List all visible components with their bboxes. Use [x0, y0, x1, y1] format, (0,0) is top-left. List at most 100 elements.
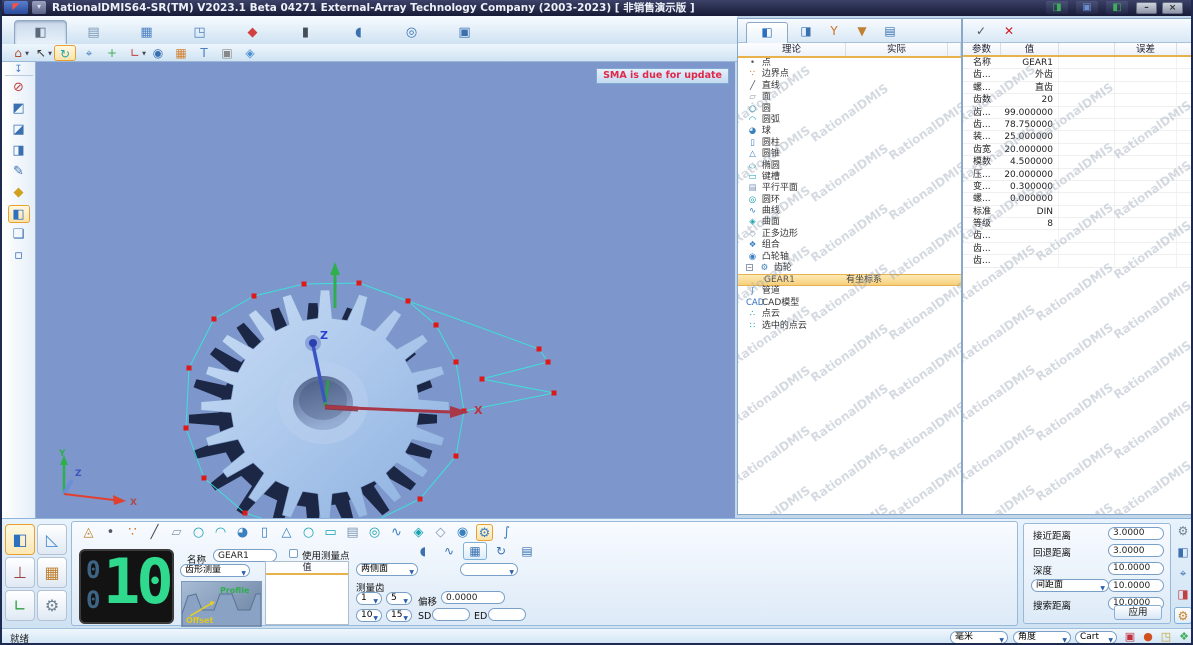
controller-green-icon[interactable]: ◧ — [1106, 1, 1128, 14]
feature-button[interactable]: • — [102, 524, 119, 541]
view-tool-button[interactable]: ▦ — [171, 45, 191, 61]
param-row[interactable]: 齿... 78.750000 — [963, 118, 1191, 132]
selection-tool-button[interactable]: ◨ — [8, 142, 30, 160]
param-row[interactable]: 标准 DIN — [963, 205, 1191, 219]
param-panel-tab[interactable]: ✓ — [971, 22, 991, 40]
tree-item[interactable]: ▭ 键槽 — [738, 172, 961, 183]
view-tool-button[interactable]: ◉ — [148, 45, 168, 61]
param-column-header[interactable]: 参数 — [963, 43, 1001, 55]
param-row[interactable]: 变... 0.300000 — [963, 180, 1191, 194]
mode-button[interactable]: ◧ — [5, 524, 35, 555]
tree-item[interactable]: ◉ 凸轮轴 — [738, 252, 961, 263]
tree-item[interactable]: ◎ 圆环 — [738, 195, 961, 206]
tree-item[interactable]: ∵ 边界点 — [738, 69, 961, 80]
view-tool-button[interactable]: ⌂ ▼ — [8, 45, 29, 61]
param-row[interactable]: 装... 25.000000 — [963, 131, 1191, 144]
measure-type-select[interactable]: 齿形测量 — [180, 564, 250, 577]
tree-item[interactable]: ▤ 平行平面 — [738, 183, 961, 194]
pin-icon[interactable]: ↧ — [4, 64, 33, 76]
3d-viewport[interactable]: Z X SMA is due for update Y Z X — [36, 62, 735, 518]
view-tool-button[interactable]: ↻ — [54, 44, 76, 61]
tree-item[interactable]: ◠ 圆弧 — [738, 115, 961, 126]
tree-item[interactable]: ◕ 球 — [738, 126, 961, 137]
selection-tool-button[interactable]: ◧ — [7, 205, 30, 223]
path-param-input[interactable] — [1108, 526, 1164, 540]
tree-item[interactable]: ∴ 点云 — [738, 309, 961, 320]
tree-panel-tab[interactable]: ◨ — [796, 22, 816, 40]
close-button[interactable]: × — [1162, 2, 1183, 14]
controller-icon[interactable]: ◨ — [1046, 1, 1068, 14]
feature-button[interactable]: ◈ — [410, 524, 427, 541]
selection-tool-button[interactable]: ◪ — [8, 121, 30, 139]
tree-panel-tab[interactable]: ▼ — [852, 22, 872, 40]
spacing-face-select[interactable]: 间距面 — [1031, 579, 1109, 592]
view-tool-button[interactable]: ⌖ — [79, 45, 99, 61]
value-column-header[interactable]: 值 — [1001, 43, 1059, 55]
feature-button[interactable]: ◬ — [80, 524, 97, 541]
measure-method-tab[interactable]: ▤ — [515, 542, 539, 560]
tree-item[interactable]: ∫ 管道 — [738, 286, 961, 297]
tree-item[interactable]: ◇ 正多边形 — [738, 229, 961, 240]
expander-icon[interactable]: − — [746, 264, 753, 272]
ribbon-tab[interactable]: ◳ — [173, 20, 226, 44]
tree-item[interactable]: ○ 圆 — [738, 104, 961, 115]
coord-system-select[interactable]: Cart — [1075, 631, 1117, 643]
feature-button[interactable]: ∵ — [124, 524, 141, 541]
ed-input[interactable] — [488, 608, 526, 621]
tree-item[interactable]: ∿ 曲线 — [738, 206, 961, 217]
offset-input[interactable] — [441, 591, 505, 604]
value-table[interactable]: 值 — [265, 561, 349, 625]
mode-button[interactable]: ▦ — [37, 557, 67, 588]
error-column-header[interactable]: 误差 — [1115, 43, 1177, 55]
tree-item[interactable]: • 点 — [738, 58, 961, 69]
param-row[interactable]: 压... 20.000000 — [963, 168, 1191, 181]
tree-item[interactable]: ▯ 圆柱 — [738, 138, 961, 149]
param-row[interactable]: 齿数 20 — [963, 94, 1191, 107]
sd-input[interactable] — [432, 608, 470, 621]
tree-panel-tab[interactable]: ◧ — [746, 21, 788, 43]
selection-tool-button[interactable]: ◩ — [8, 100, 30, 118]
dock-side-button[interactable]: ⚙ — [1174, 607, 1191, 624]
tree-item[interactable]: CAD CAD模型 — [738, 298, 961, 309]
feature-button[interactable]: ▯ — [256, 524, 273, 541]
ball-icon[interactable]: ● — [1140, 630, 1156, 643]
ribbon-tab[interactable]: ▣ — [438, 20, 491, 44]
tree-item[interactable]: △ 圆锥 — [738, 149, 961, 160]
selection-tool-button[interactable]: ❏ — [8, 226, 30, 244]
side-mode-select[interactable]: 两侧面 — [356, 563, 418, 576]
angle-units-select[interactable]: 角度 — [1013, 631, 1071, 643]
dock-side-button[interactable]: ⚙ — [1174, 523, 1191, 540]
use-measure-points-checkbox[interactable] — [289, 549, 298, 558]
view-tool-button[interactable]: ◈ — [240, 45, 260, 61]
tree-item[interactable]: ∷ 选中的点云 — [738, 321, 961, 332]
measure-method-tab[interactable]: ▦ — [463, 542, 487, 560]
feature-button[interactable]: △ — [278, 524, 295, 541]
view-tool-button[interactable]: ∟ ▼ — [125, 45, 146, 61]
feature-button[interactable]: ◇ — [432, 524, 449, 541]
param-row[interactable]: 齿... 99.000000 — [963, 106, 1191, 119]
feature-button[interactable]: ◉ — [454, 524, 471, 541]
dock-side-button[interactable]: ◧ — [1174, 544, 1191, 561]
param-row[interactable]: 等级 8 — [963, 218, 1191, 231]
ribbon-tab[interactable]: ◎ — [385, 20, 438, 44]
view-tool-button[interactable]: ↖ ▼ — [31, 45, 52, 61]
apply-button[interactable]: 应用 — [1114, 605, 1162, 620]
feature-button[interactable]: ◕ — [234, 524, 251, 541]
tooth-select-1[interactable]: 1 — [356, 592, 382, 605]
param-row[interactable]: 名称 GEAR1 — [963, 57, 1191, 70]
sma-update-button[interactable]: SMA is due for update — [596, 68, 729, 84]
tree-item[interactable]: ◈ 曲面 — [738, 217, 961, 228]
minimize-button[interactable]: – — [1136, 2, 1157, 14]
tree-item[interactable]: GEAR1 有坐标系 — [738, 274, 961, 287]
measure-method-tab[interactable]: ∿ — [437, 542, 461, 560]
param-row[interactable]: 螺... 直齿 — [963, 81, 1191, 95]
tooth-select-2[interactable]: 5 — [386, 592, 412, 605]
path-param-input[interactable] — [1108, 561, 1164, 575]
view-tool-button[interactable]: ▣ — [217, 45, 237, 61]
dock-side-button[interactable]: ◨ — [1174, 586, 1191, 603]
feature-button[interactable]: ▱ — [168, 524, 185, 541]
path-param-input[interactable] — [1108, 544, 1164, 557]
feature-button[interactable]: ◠ — [212, 524, 229, 541]
tooth-select-3[interactable]: 10 — [356, 609, 382, 622]
mode-button[interactable]: ∟ — [5, 590, 35, 621]
